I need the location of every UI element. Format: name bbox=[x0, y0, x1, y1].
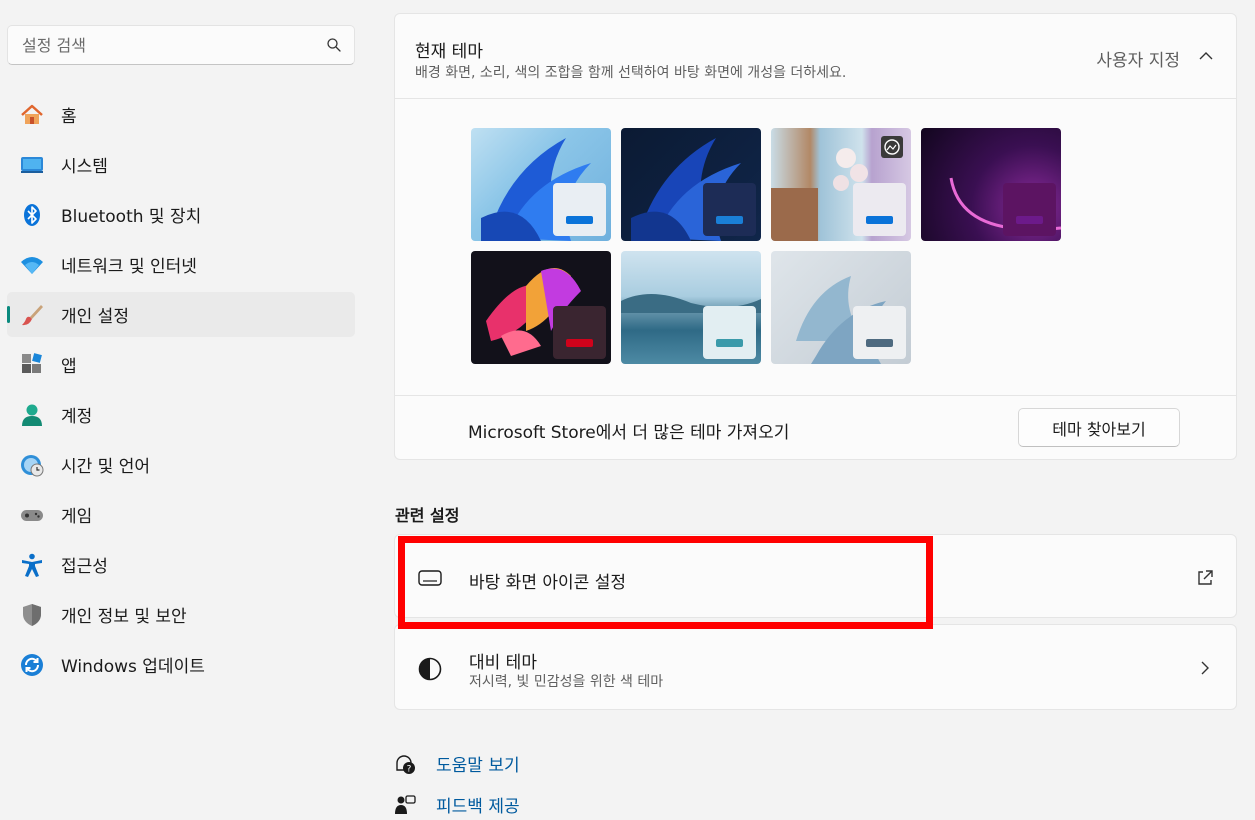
sidebar-item-label: 접근성 bbox=[61, 557, 108, 577]
contrast-icon bbox=[418, 657, 442, 681]
feedback-icon bbox=[395, 794, 416, 814]
theme-thumbnail-glow-spotlight[interactable] bbox=[771, 128, 911, 241]
sidebar-item-label: 앱 bbox=[61, 357, 77, 377]
current-theme-title: 현재 테마 bbox=[415, 42, 483, 62]
sidebar-item-personalization[interactable]: 개인 설정 bbox=[7, 292, 355, 337]
sidebar-item-accessibility[interactable]: 접근성 bbox=[7, 542, 355, 587]
contrast-themes-description: 저시력, 빛 민감성을 위한 색 테마 bbox=[469, 674, 664, 690]
chevron-up-icon[interactable] bbox=[1198, 48, 1214, 64]
theme-thumbnail-glow[interactable] bbox=[921, 128, 1061, 241]
sidebar-item-label: 시스템 bbox=[61, 157, 108, 177]
desktop-icon bbox=[418, 570, 442, 586]
time-language-icon bbox=[19, 452, 45, 478]
sidebar-item-label: Windows 업데이트 bbox=[61, 657, 205, 677]
gamepad-icon bbox=[19, 502, 45, 528]
sidebar-item-label: 홈 bbox=[61, 107, 77, 127]
sidebar-item-accounts[interactable]: 계정 bbox=[7, 392, 355, 437]
contrast-themes-row[interactable]: 대비 테마 저시력, 빛 민감성을 위한 색 테마 bbox=[394, 624, 1237, 710]
sidebar-item-home[interactable]: 홈 bbox=[7, 92, 355, 137]
current-theme-value: 사용자 지정 bbox=[1096, 51, 1180, 71]
help-link[interactable]: 도움말 보기 bbox=[436, 751, 520, 776]
feedback-link-row: 피드백 제공 bbox=[394, 792, 520, 817]
sidebar-item-label: 개인 정보 및 보안 bbox=[61, 607, 187, 627]
home-icon bbox=[19, 102, 45, 128]
theme-thumbnail-windows-light[interactable] bbox=[471, 128, 611, 241]
account-icon bbox=[19, 402, 45, 428]
accessibility-icon bbox=[19, 552, 45, 578]
sidebar-item-gaming[interactable]: 게임 bbox=[7, 492, 355, 537]
sidebar-item-time-language[interactable]: 시간 및 언어 bbox=[7, 442, 355, 487]
theme-thumbnail-flow[interactable] bbox=[621, 251, 761, 364]
search-box[interactable] bbox=[7, 25, 355, 65]
feedback-link[interactable]: 피드백 제공 bbox=[436, 792, 520, 817]
wifi-icon bbox=[19, 252, 45, 278]
sidebar-item-label: 시간 및 언어 bbox=[61, 457, 151, 477]
sidebar-item-label: 계정 bbox=[61, 407, 93, 427]
bluetooth-icon bbox=[19, 202, 45, 228]
brush-icon bbox=[19, 302, 45, 328]
update-icon bbox=[19, 652, 45, 678]
sidebar-item-label: 게임 bbox=[61, 507, 93, 527]
browse-themes-button[interactable]: 테마 찾아보기 bbox=[1018, 408, 1180, 447]
spotlight-badge-icon bbox=[881, 136, 903, 158]
desktop-icon-settings-row[interactable]: 바탕 화면 아이콘 설정 bbox=[394, 534, 1237, 618]
related-settings-title: 관련 설정 bbox=[395, 506, 460, 525]
sidebar-item-apps[interactable]: 앱 bbox=[7, 342, 355, 387]
chevron-right-icon bbox=[1201, 661, 1209, 675]
svg-text:?: ? bbox=[407, 764, 412, 774]
sidebar-item-system[interactable]: 시스템 bbox=[7, 142, 355, 187]
theme-thumbnail-sunrise[interactable] bbox=[771, 251, 911, 364]
apps-icon bbox=[19, 352, 45, 378]
search-input[interactable] bbox=[22, 35, 326, 55]
sidebar-nav: 홈 시스템 Bluetooth 및 장치 네트워크 및 인터넷 개인 설정 앱 bbox=[7, 92, 355, 692]
external-link-icon bbox=[1198, 570, 1213, 585]
contrast-themes-label: 대비 테마 bbox=[469, 653, 537, 673]
store-themes-text: Microsoft Store에서 더 많은 테마 가져오기 bbox=[468, 423, 790, 443]
store-themes-row: Microsoft Store에서 더 많은 테마 가져오기 테마 찾아보기 bbox=[395, 395, 1236, 459]
sidebar-item-bluetooth[interactable]: Bluetooth 및 장치 bbox=[7, 192, 355, 237]
current-theme-card: 현재 테마 배경 화면, 소리, 색의 조합을 함께 선택하여 바탕 화면에 개… bbox=[394, 13, 1237, 460]
help-icon: ? bbox=[396, 754, 415, 774]
sidebar-item-network[interactable]: 네트워크 및 인터넷 bbox=[7, 242, 355, 287]
current-theme-header[interactable]: 현재 테마 배경 화면, 소리, 색의 조합을 함께 선택하여 바탕 화면에 개… bbox=[395, 14, 1236, 99]
desktop-icon-settings-label: 바탕 화면 아이콘 설정 bbox=[469, 573, 626, 593]
help-link-row: ? 도움말 보기 bbox=[394, 751, 520, 776]
sidebar-item-windows-update[interactable]: Windows 업데이트 bbox=[7, 642, 355, 687]
system-icon bbox=[19, 152, 45, 178]
sidebar-item-label: 네트워크 및 인터넷 bbox=[61, 257, 197, 277]
shield-icon bbox=[19, 602, 45, 628]
current-theme-description: 배경 화면, 소리, 색의 조합을 함께 선택하여 바탕 화면에 개성을 더하세… bbox=[415, 65, 847, 81]
search-icon[interactable] bbox=[326, 37, 342, 53]
theme-thumbnail-captured-motion[interactable] bbox=[471, 251, 611, 364]
sidebar-item-label: 개인 설정 bbox=[61, 307, 129, 327]
sidebar-item-privacy-security[interactable]: 개인 정보 및 보안 bbox=[7, 592, 355, 637]
theme-thumbnail-windows-dark[interactable] bbox=[621, 128, 761, 241]
sidebar-item-label: Bluetooth 및 장치 bbox=[61, 207, 202, 227]
